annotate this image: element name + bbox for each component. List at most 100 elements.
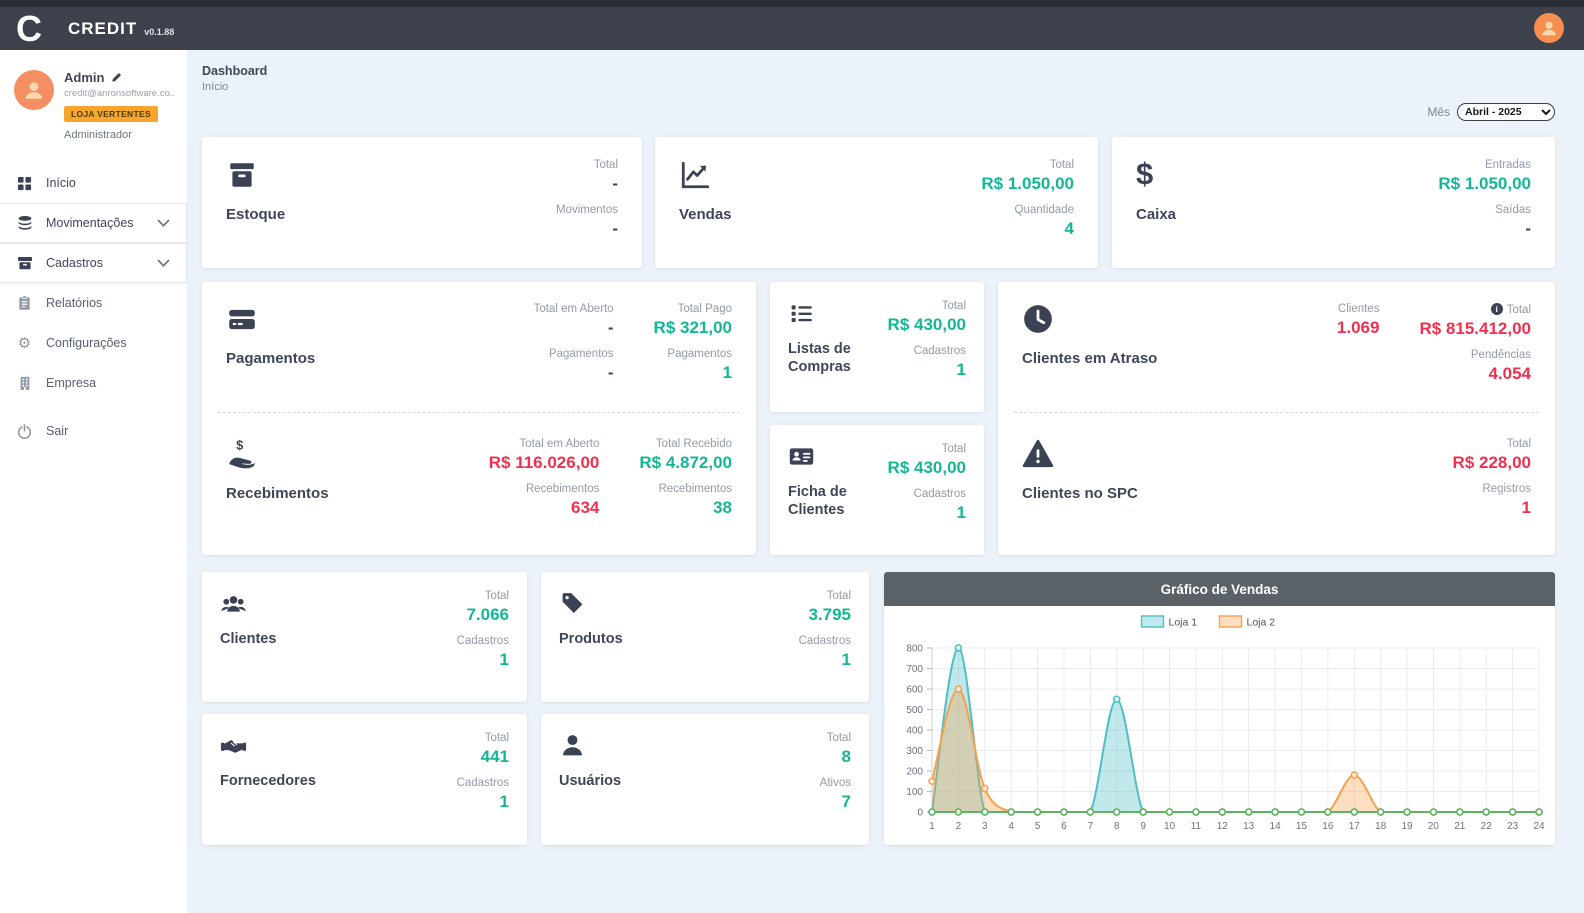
svg-text:300: 300: [906, 746, 923, 757]
sidebar-item-label: Empresa: [46, 376, 97, 390]
dashed-divider: [1014, 412, 1539, 413]
sidebar-item-empresa[interactable]: Empresa: [0, 363, 187, 403]
month-select[interactable]: Abril - 2025: [1457, 103, 1555, 121]
sidebar-item-cadastros[interactable]: Cadastros: [0, 243, 187, 283]
stat-value: -: [612, 174, 618, 193]
warning-icon: [1022, 439, 1054, 468]
stat-value: 634: [570, 498, 600, 517]
svg-text:9: 9: [1140, 821, 1146, 832]
clientes-em-atraso-section: Clientes em Atraso Clientes 1.069 i Total…: [998, 282, 1555, 407]
sidebar-item-sair[interactable]: Sair: [0, 411, 187, 451]
stat-value: 1: [1521, 498, 1531, 517]
card-title: Fornecedores: [220, 773, 316, 789]
card-caixa[interactable]: $ Caixa Entradas R$ 1.050,00 Saídas -: [1112, 137, 1555, 268]
svg-text:0: 0: [917, 808, 923, 819]
gear-icon: ⚙: [17, 335, 32, 352]
svg-text:15: 15: [1296, 821, 1308, 832]
stat-value: R$ 1.050,00: [981, 174, 1074, 193]
svg-text:11: 11: [1191, 821, 1202, 832]
app-logo: C: [16, 7, 42, 49]
stat-label: Cadastros: [456, 635, 509, 647]
card-atraso-spc[interactable]: Clientes em Atraso Clientes 1.069 i Total…: [998, 282, 1555, 555]
clipboard-icon: [16, 295, 33, 312]
stat-label: Total: [826, 732, 851, 744]
handshake-icon: [220, 740, 247, 753]
month-filter: Mês Abril - 2025: [1427, 103, 1555, 121]
card-clientes[interactable]: Clientes Total 7.066 Cadastros 1: [202, 572, 527, 702]
header-avatar[interactable]: [1534, 13, 1564, 43]
list-icon: [791, 305, 812, 323]
sidebar-item-label: Configurações: [46, 336, 127, 350]
svg-text:2: 2: [956, 821, 962, 832]
stat-value: 3.795: [808, 605, 851, 624]
stat-label: Total: [484, 590, 509, 602]
stat-value: R$ 430,00: [887, 315, 966, 334]
credit-card-icon: [229, 309, 255, 330]
pagamentos-section: Pagamentos Total em Aberto - Pagamentos …: [202, 282, 756, 407]
card-estoque[interactable]: Estoque Total - Movimentos -: [202, 137, 642, 268]
stat-value: R$ 1.050,00: [1438, 174, 1531, 193]
svg-text:10: 10: [1164, 821, 1176, 832]
sidebar-item-inicio[interactable]: Início: [0, 163, 187, 203]
sidebar-nav: Início Movimentações Cadastros Relatório…: [0, 163, 187, 451]
svg-text:4: 4: [1008, 821, 1014, 832]
clientes-no-spc-section: Clientes no SPC Total R$ 228,00 Registro…: [998, 417, 1555, 542]
edit-pencil-icon[interactable]: [111, 72, 122, 83]
stat-value: -: [607, 318, 614, 337]
card-ficha-de-clientes[interactable]: Ficha de Clientes Total R$ 430,00 Cadast…: [770, 425, 984, 555]
stat-label: Recebimentos: [658, 483, 732, 495]
svg-text:20: 20: [1428, 821, 1440, 832]
stat-value: 1.069: [1336, 318, 1380, 337]
svg-text:16: 16: [1322, 821, 1334, 832]
card-produtos[interactable]: Produtos Total 3.795 Cadastros 1: [541, 572, 869, 702]
top-strip: [0, 0, 1584, 7]
stat-label: Total: [826, 590, 851, 602]
svg-text:6: 6: [1061, 821, 1067, 832]
card-title: Produtos: [559, 631, 623, 647]
card-usuarios[interactable]: Usuários Total 8 Ativos 7: [541, 714, 869, 845]
user-name: Admin: [64, 70, 105, 85]
archive-icon: [16, 255, 33, 272]
user-icon: [25, 82, 43, 99]
stat-value: 4: [1064, 219, 1074, 238]
app-version: v0.1.88: [144, 27, 175, 37]
stat-value: 1: [956, 360, 966, 379]
svg-text:13: 13: [1243, 821, 1255, 832]
info-icon[interactable]: i: [1490, 303, 1503, 315]
card-pagamentos-recebimentos[interactable]: Pagamentos Total em Aberto - Pagamentos …: [202, 282, 756, 555]
stat-label: Quantidade: [1014, 204, 1074, 216]
sidebar-item-movimentacoes[interactable]: Movimentações: [0, 203, 187, 243]
svg-text:22: 22: [1481, 821, 1493, 832]
card-title: Ficha de Clientes: [788, 484, 847, 519]
stat-value: 4.054: [1488, 364, 1531, 383]
stat-value: 8: [841, 747, 851, 766]
main-content: Dashboard Início Mês Abril - 2025 Estoqu…: [187, 50, 1584, 913]
store-badge: LOJA VERTENTES: [64, 106, 158, 122]
power-icon: [16, 423, 33, 440]
card-listas-de-compras[interactable]: Listas de Compras Total R$ 430,00 Cadast…: [770, 282, 984, 412]
avatar[interactable]: [14, 70, 54, 110]
coins-stack-icon: [16, 215, 33, 232]
card-fornecedores[interactable]: Fornecedores Total 441 Cadastros 1: [202, 714, 527, 845]
stat-value: 7: [841, 792, 851, 811]
stat-value: 1: [499, 650, 509, 669]
card-vendas[interactable]: Vendas Total R$ 1.050,00 Quantidade 4: [655, 137, 1098, 268]
id-card-icon: [789, 448, 814, 465]
sidebar-item-relatorios[interactable]: Relatórios: [0, 283, 187, 323]
svg-text:24: 24: [1533, 821, 1545, 832]
stat-label: Cadastros: [913, 488, 966, 500]
stat-label: Total: [1049, 159, 1074, 171]
sidebar: Admin credit@anronsoftware.co... LOJA VE…: [0, 50, 187, 913]
sidebar-item-configuracoes[interactable]: ⚙ Configurações: [0, 323, 187, 363]
sidebar-item-label: Sair: [46, 424, 69, 438]
brand-name: CREDIT: [68, 18, 138, 38]
svg-text:7: 7: [1088, 821, 1094, 832]
page-title: Dashboard: [202, 64, 268, 78]
sidebar-item-label: Início: [46, 176, 76, 190]
stat-label: Entradas: [1484, 159, 1531, 171]
users-icon: [221, 596, 246, 612]
stat-label: Recebimentos: [525, 483, 600, 495]
chart-line-icon: [681, 161, 710, 189]
stat-label: Registros: [1482, 483, 1531, 495]
svg-text:14: 14: [1270, 821, 1282, 832]
